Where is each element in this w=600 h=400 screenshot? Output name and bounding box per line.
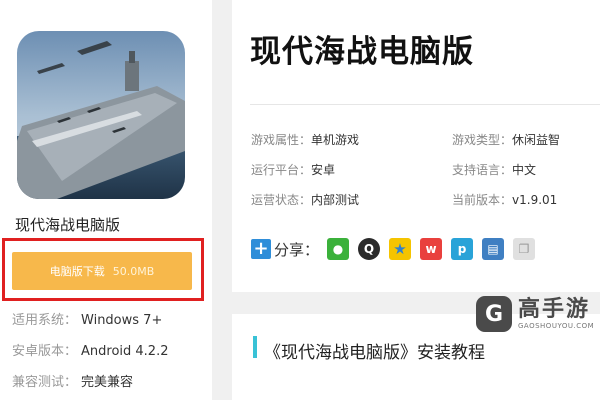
share-bar: + 分享： ● Q ★ w p ▤ ❐ [251, 238, 544, 260]
brand-name: 高手游 [518, 297, 591, 322]
attr-game-property-value: 单机游戏 [311, 133, 360, 147]
attr-version-value: v1.9.01 [512, 193, 558, 207]
share-plus-icon[interactable]: + [251, 239, 271, 259]
attr-game-type-label: 游戏类型： [452, 133, 513, 147]
copy-icon[interactable]: ❐ [513, 238, 536, 260]
attr-platform-value: 安卓 [311, 163, 336, 177]
spec-android: 安卓版本： Android 4.2.2 [12, 340, 169, 359]
share-label: 分享： [274, 240, 320, 259]
download-button-label: 电脑版下载 [49, 265, 105, 278]
spec-system-value: Windows 7+ [81, 313, 163, 328]
spec-compat-label: 兼容测试： [12, 375, 78, 390]
download-button[interactable]: 电脑版下载 50.0MB [12, 252, 192, 290]
attr-game-property: 游戏属性：单机游戏 [251, 131, 359, 148]
attr-language: 支持语言：中文 [452, 161, 536, 178]
attr-platform: 运行平台：安卓 [251, 161, 335, 178]
spec-system-label: 适用系统： [12, 313, 78, 328]
tencent-weibo-icon[interactable]: p [451, 238, 474, 260]
section-accent-bar [253, 336, 257, 358]
attr-game-type: 游戏类型：休闲益智 [452, 131, 560, 148]
brand-url: GAOSHOUYOU.COM [518, 322, 595, 330]
attr-version-label: 当前版本： [452, 193, 513, 207]
brand-watermark: G 高手游 GAOSHOUYOU.COM [476, 296, 594, 332]
spec-system: 适用系统： Windows 7+ [12, 309, 162, 328]
spec-compat: 兼容测试： 完美兼容 [12, 371, 133, 390]
qq-icon[interactable]: Q [358, 238, 381, 260]
brand-text: 高手游 GAOSHOUYOU.COM [518, 297, 595, 331]
page-title: 现代海战电脑版 [250, 34, 474, 70]
attr-status-label: 运营状态： [251, 193, 312, 207]
spec-android-label: 安卓版本： [12, 344, 78, 359]
attr-language-value: 中文 [512, 163, 537, 177]
attr-platform-label: 运行平台： [251, 163, 312, 177]
attr-game-property-label: 游戏属性： [251, 133, 312, 147]
attr-status-value: 内部测试 [311, 193, 360, 207]
brand-logo-icon: G [476, 296, 512, 332]
section-title: 《现代海战电脑版》安装教程 [264, 343, 485, 363]
app-name: 现代海战电脑版 [15, 216, 121, 234]
qzone-icon[interactable]: ★ [389, 238, 412, 260]
title-divider [250, 104, 600, 105]
download-size: 50.0MB [112, 264, 155, 278]
attr-version: 当前版本：v1.9.01 [452, 191, 557, 208]
print-icon[interactable]: ▤ [482, 238, 505, 260]
attr-status: 运营状态：内部测试 [251, 191, 359, 208]
spec-android-value: Android 4.2.2 [81, 344, 169, 359]
app-icon-image[interactable] [17, 31, 185, 199]
spec-compat-value: 完美兼容 [81, 375, 134, 390]
wechat-icon[interactable]: ● [327, 238, 350, 260]
attr-game-type-value: 休闲益智 [512, 133, 561, 147]
weibo-icon[interactable]: w [420, 238, 443, 260]
attr-language-label: 支持语言： [452, 163, 513, 177]
